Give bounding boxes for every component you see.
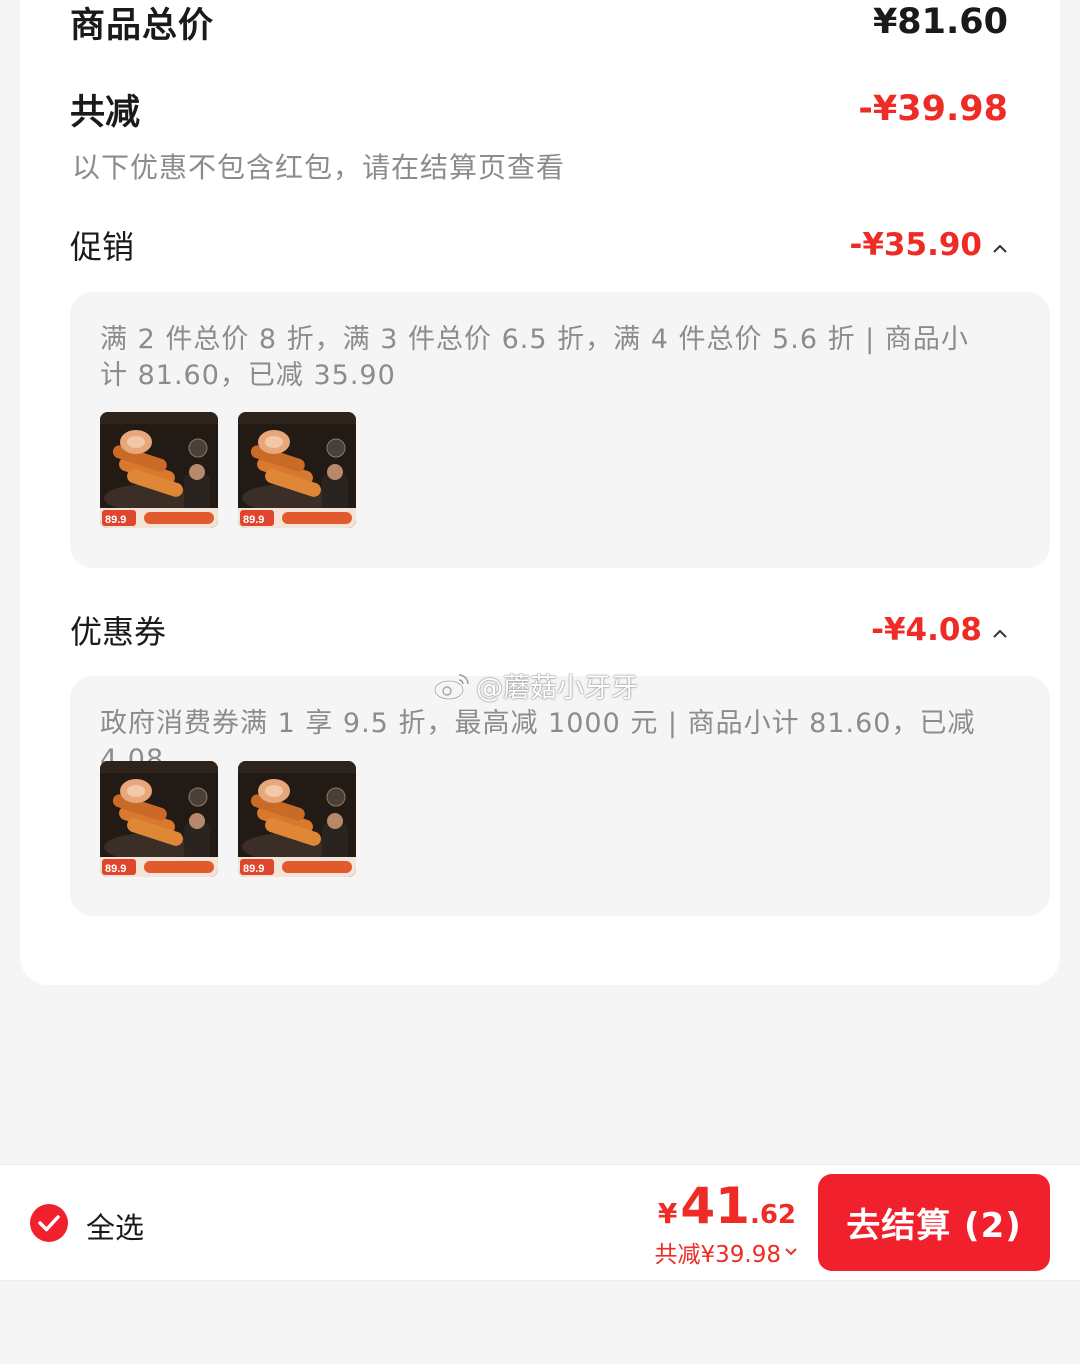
total-row: 商品总价 ¥81.60 bbox=[70, 0, 1008, 46]
total-price: ¥ 41 .62 bbox=[658, 1177, 796, 1235]
coupon-thumbs: 89.9 89.9 bbox=[100, 761, 356, 877]
watermark-text: @蘑菇小牙牙 bbox=[476, 673, 638, 704]
promotion-description: 满 2 件总价 8 折，满 3 件总价 6.5 折，满 4 件总价 5.6 折 … bbox=[100, 324, 969, 391]
price-integer: 41 bbox=[680, 1177, 750, 1235]
reduce-label: 共减 bbox=[70, 92, 141, 133]
saved-amount-toggle[interactable]: 共减¥39.98 bbox=[655, 1235, 798, 1269]
reduce-row: 共减 -¥39.98 bbox=[70, 85, 1008, 133]
promotion-thumbs: 89.9 89.9 bbox=[100, 412, 356, 528]
watermark: @蘑菇小牙牙 bbox=[432, 666, 638, 705]
checkout-bar: 全选 ¥ 41 .62 共减¥39.98 去结算 (2) bbox=[0, 1164, 1080, 1281]
total-label: 商品总价 bbox=[70, 5, 215, 46]
thumb-price-label: 89.9 bbox=[243, 514, 264, 526]
promotion-header[interactable]: 促销 -¥35.90 bbox=[70, 225, 1008, 266]
chevron-up-icon[interactable] bbox=[992, 241, 1008, 257]
coupon-label: 优惠券 bbox=[70, 613, 167, 651]
thumb-price-label: 89.9 bbox=[105, 514, 126, 526]
coupon-header[interactable]: 优惠券 -¥4.08 bbox=[70, 610, 1008, 651]
coupon-detail-box: 政府消费券满 1 享 9.5 折，最高减 1000 元 | 商品小计 81.60… bbox=[70, 676, 1050, 916]
price-decimal: .62 bbox=[749, 1200, 796, 1230]
product-thumbnail[interactable]: 89.9 bbox=[238, 412, 356, 528]
product-thumbnail[interactable]: 89.9 bbox=[100, 412, 218, 528]
coupon-value: -¥4.08 bbox=[871, 612, 982, 648]
saved-amount: 共减¥39.98 bbox=[654, 1242, 781, 1268]
product-image: 89.9 bbox=[100, 412, 218, 528]
product-image: 89.9 bbox=[100, 761, 218, 877]
product-thumbnail[interactable]: 89.9 bbox=[238, 761, 356, 877]
product-image: 89.9 bbox=[238, 761, 356, 877]
checkout-button[interactable]: 去结算 (2) bbox=[818, 1174, 1050, 1271]
product-image: 89.9 bbox=[238, 412, 356, 528]
discount-note: 以下优惠不包含红包，请在结算页查看 bbox=[72, 151, 566, 184]
select-all-label[interactable]: 全选 bbox=[86, 1205, 144, 1247]
thumb-price-label: 89.9 bbox=[243, 863, 264, 875]
chevron-up-icon[interactable] bbox=[992, 626, 1008, 642]
promotion-detail-box: 满 2 件总价 8 折，满 3 件总价 6.5 折，满 4 件总价 5.6 折 … bbox=[70, 292, 1050, 568]
total-value: ¥81.60 bbox=[872, 2, 1008, 42]
promotion-label: 促销 bbox=[70, 228, 135, 266]
chevron-down-icon bbox=[785, 1248, 797, 1256]
weibo-icon bbox=[433, 673, 469, 700]
price-detail-card: 商品总价 ¥81.60 共减 -¥39.98 以下优惠不包含红包，请在结算页查看… bbox=[20, 0, 1060, 985]
promotion-value: -¥35.90 bbox=[849, 227, 983, 263]
currency-symbol: ¥ bbox=[657, 1197, 678, 1230]
thumb-price-label: 89.9 bbox=[105, 863, 126, 875]
check-circle-icon[interactable] bbox=[30, 1204, 68, 1242]
reduce-value: -¥39.98 bbox=[858, 89, 1008, 129]
product-thumbnail[interactable]: 89.9 bbox=[100, 761, 218, 877]
